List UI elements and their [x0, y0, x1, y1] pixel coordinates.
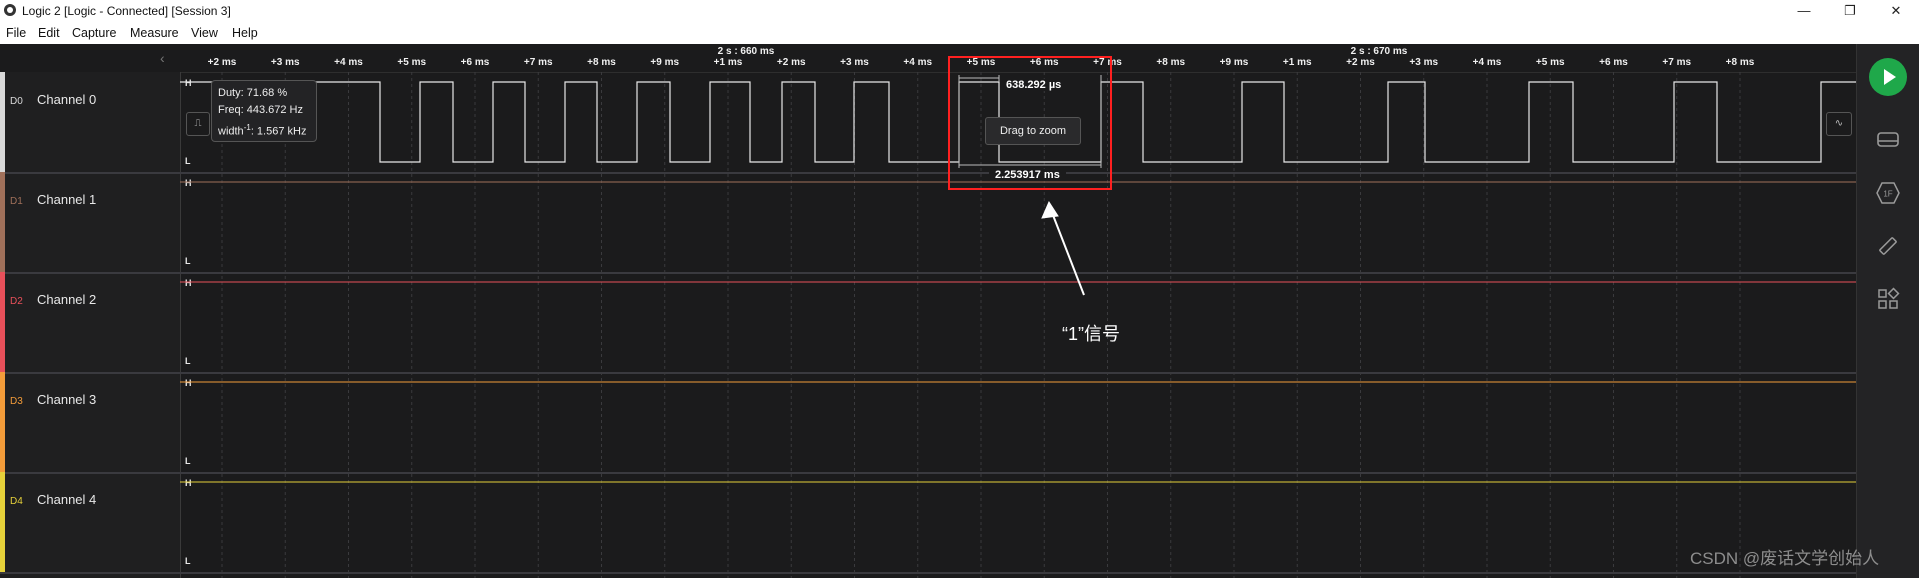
timeline-tick-label: +9 ms [1219, 57, 1249, 68]
menu-view[interactable]: View [191, 26, 218, 40]
timeline-tick-label: +3 ms [270, 57, 300, 68]
channel-color-stripe [0, 372, 5, 472]
timeline-tick-label: +5 ms [397, 57, 427, 68]
timeline-tick-label: +7 ms [1662, 57, 1692, 68]
drag-to-zoom-button[interactable]: Drag to zoom [985, 117, 1081, 145]
grid-lines [221, 72, 1741, 578]
timeline-tick-label: +9 ms [650, 57, 680, 68]
timeline-tick-label: +2 ms [207, 57, 237, 68]
svg-text:1F: 1F [1883, 190, 1892, 199]
channel-color-stripe [0, 472, 5, 572]
period-measurement: 2.253917 ms [989, 169, 1066, 181]
measurement-tooltip: Duty: 71.68 % Freq: 443.672 Hz width-1: … [211, 80, 317, 142]
extensions-icon[interactable] [1876, 287, 1900, 311]
timeline-tick-label: +4 ms [334, 57, 363, 68]
channel-color-stripe [0, 172, 5, 272]
logic-app-icon [4, 4, 16, 16]
duty-text: Duty: 71.68 % [218, 87, 288, 99]
timeline-tick-label: +3 ms [1409, 57, 1439, 68]
watermark: CSDN @废话文学创始人 [1690, 549, 1880, 568]
channel-digital-label: D0 [10, 96, 23, 107]
menu-measure[interactable]: Measure [130, 26, 179, 40]
timeline-tick-label: +3 ms [840, 57, 869, 68]
start-capture-button[interactable] [1869, 58, 1907, 96]
timeline-tick-label: +5 ms [1535, 57, 1565, 68]
timeline-tick-label: +2 ms [1346, 57, 1375, 68]
channel-name[interactable]: Channel 2 [37, 292, 96, 307]
timeline-tick-label: +2 ms [776, 57, 806, 68]
menu-help[interactable]: Help [232, 26, 258, 40]
timeline-tick-label: +8 ms [1725, 57, 1755, 68]
menu-bar: File Edit Capture Measure View Help [0, 22, 1919, 45]
timeline-tick-label: +6 ms [1599, 57, 1628, 68]
timeline-tick-label: +1 ms [713, 57, 743, 68]
channel-name[interactable]: Channel 4 [37, 492, 96, 507]
right-sidebar: 1F [1856, 44, 1919, 578]
channel-digital-label: D1 [10, 196, 23, 207]
channel-color-stripe [0, 72, 5, 172]
window-title: Logic 2 [Logic - Connected] [Session 3] [22, 4, 231, 18]
trigger-falling-edge-icon[interactable]: ⎍ [186, 112, 210, 136]
timeline-tick-label: +6 ms [460, 57, 490, 68]
close-button[interactable]: ✕ [1873, 0, 1919, 22]
channel-digital-label: D3 [10, 396, 23, 407]
channel-name[interactable]: Channel 1 [37, 192, 96, 207]
title-bar: Logic 2 [Logic - Connected] [Session 3] … [0, 0, 1919, 22]
menu-capture[interactable]: Capture [72, 26, 116, 40]
timeline-tick-label: +5 ms [966, 57, 996, 68]
channel-digital-label: D2 [10, 296, 23, 307]
waveform-area[interactable] [180, 72, 1856, 578]
channel-name[interactable]: Channel 0 [37, 92, 96, 107]
freq-text: Freq: 443.672 Hz [218, 104, 303, 116]
timeline-tick-label: +6 ms [1029, 57, 1059, 68]
ruler-icon[interactable] [1876, 234, 1900, 258]
annotation-label: “1”信号 [1062, 324, 1120, 344]
timeline-tick-label: +4 ms [903, 57, 933, 68]
annotation-arrow [1041, 200, 1085, 296]
channel-name[interactable]: Channel 3 [37, 392, 96, 407]
waveform-bar-icon[interactable] [1876, 128, 1900, 152]
timeline-tick-label: +7 ms [523, 57, 553, 68]
analyzer-1f-icon[interactable]: 1F [1876, 181, 1900, 205]
analyzer-shortcut-icon[interactable]: ∿ [1826, 112, 1852, 136]
timeline-major-label: 2 s : 660 ms [717, 46, 775, 57]
menu-file[interactable]: File [6, 26, 26, 40]
pulse-width-measurement: 638.292 µs [1004, 79, 1064, 91]
width-text: width-1: 1.567 kHz [218, 123, 307, 138]
time-ruler[interactable]: ‹ 2 s : 660 ms 2 s : 670 ms +2 ms +3 ms +4… [0, 44, 1856, 73]
maximize-button[interactable]: ❐ [1827, 0, 1873, 22]
timeline-tick-label: +8 ms [587, 57, 616, 68]
collapse-panel-chevron-icon[interactable]: ‹ [160, 50, 165, 66]
timeline-tick-label: +4 ms [1472, 57, 1502, 68]
minimize-button[interactable]: — [1781, 0, 1827, 22]
channel-digital-label: D4 [10, 496, 23, 507]
timeline-major-label: 2 s : 670 ms [1350, 46, 1408, 57]
timeline-tick-label: +1 ms [1282, 57, 1312, 68]
timeline-tick-label: +7 ms [1093, 57, 1122, 68]
channel-flat-signals [180, 181, 1856, 483]
channel-color-stripe [0, 272, 5, 372]
menu-edit[interactable]: Edit [38, 26, 60, 40]
timeline-tick-label: +8 ms [1156, 57, 1186, 68]
